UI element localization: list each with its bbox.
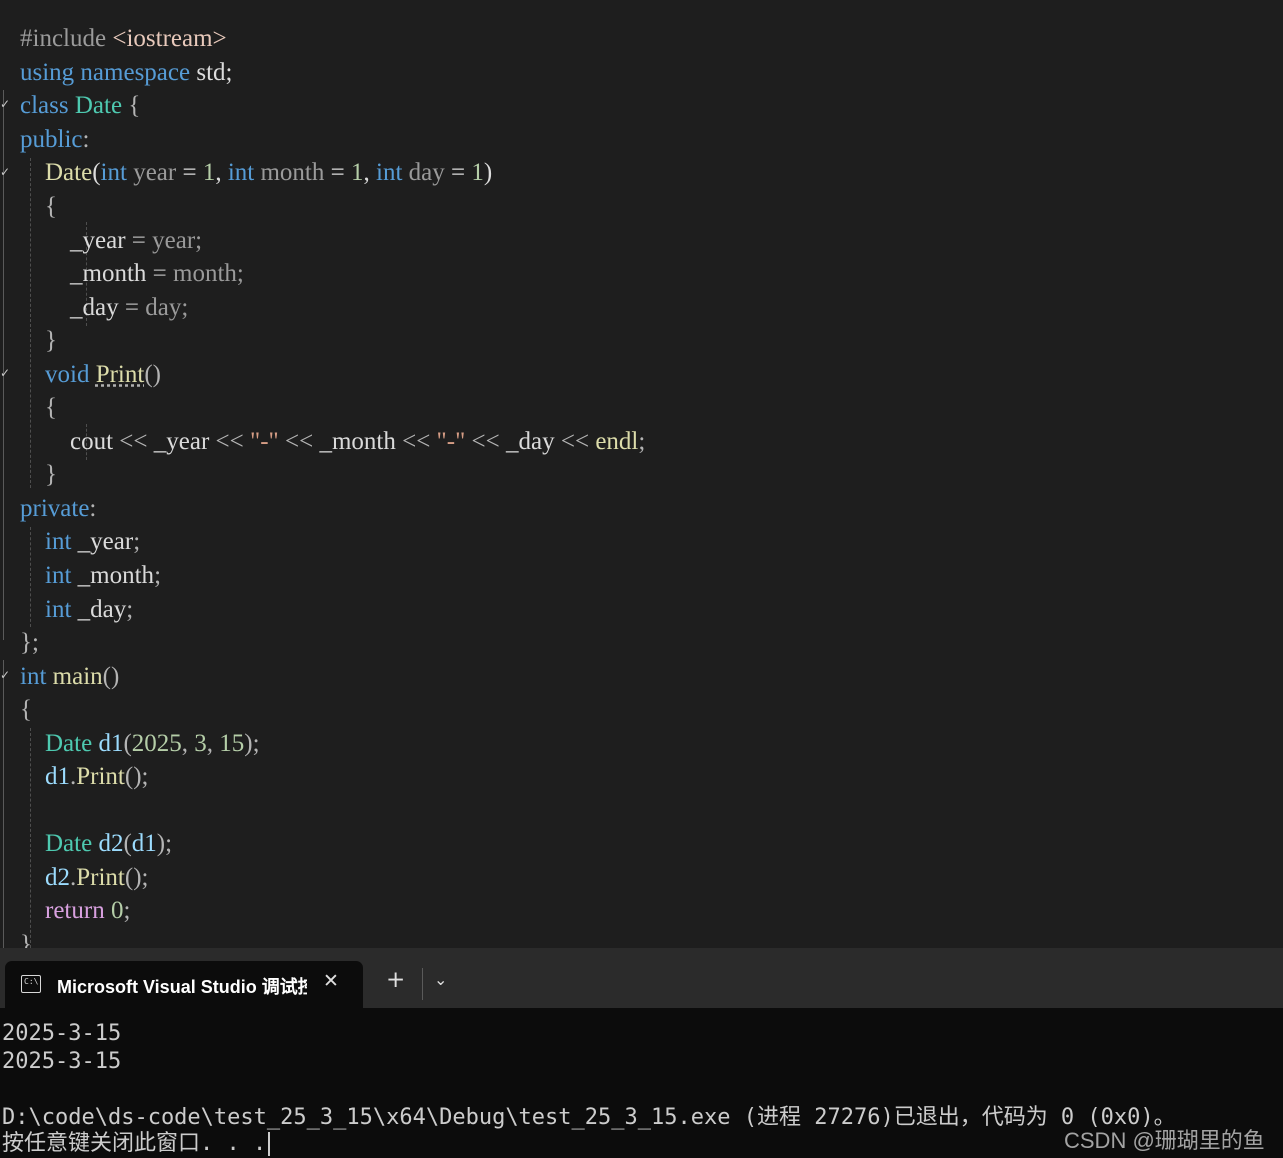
terminal-window[interactable]: C:\ Microsoft Visual Studio 调试控制台 ✕ + ⌄ … (0, 948, 1283, 1158)
code-line: _month = month; (70, 260, 244, 287)
terminal-tab[interactable]: C:\ Microsoft Visual Studio 调试控制台 ✕ (5, 961, 363, 1008)
code-editor[interactable]: ✓ ✓ ✓ ✓ #include <iostream> using namesp… (0, 0, 1283, 948)
terminal-output-line: D:\code\ds-code\test_25_3_15\x64\Debug\t… (2, 1105, 1176, 1130)
console-icon: C:\ (21, 975, 41, 993)
terminal-output-line: 2025-3-15 (2, 1049, 122, 1074)
scope-bar-main (3, 660, 4, 948)
code-line: } (20, 931, 32, 948)
code-line: #include <iostream> (20, 22, 227, 56)
code-line: int main() (20, 663, 120, 690)
fold-constructor-icon[interactable]: ✓ (0, 165, 10, 179)
code-line: int _month; (45, 562, 162, 589)
code-line: Date d2(d1); (45, 830, 173, 857)
code-line: }; (20, 629, 39, 656)
code-line: Date d1(2025, 3, 15); (45, 730, 260, 757)
tab-separator (422, 968, 423, 1000)
new-tab-button[interactable]: + (386, 967, 405, 993)
terminal-tab-bar: C:\ Microsoft Visual Studio 调试控制台 ✕ + ⌄ (0, 948, 1283, 1008)
code-line: _year = year; (70, 227, 203, 254)
code-line: { (45, 394, 57, 421)
code-line: int _day; (45, 596, 134, 623)
chevron-down-icon[interactable]: ⌄ (434, 970, 447, 989)
code-line: void Print() (45, 361, 161, 388)
code-line: int _year; (45, 528, 141, 555)
code-line: _day = day; (70, 294, 189, 321)
code-line: cout << _year << "-" << _month << "-" <<… (20, 428, 646, 455)
code-line: using namespace std; (20, 59, 233, 86)
code-line: private: (20, 495, 97, 522)
fold-main-icon[interactable]: ✓ (0, 668, 10, 682)
code-line: } (45, 461, 57, 488)
tab-title: Microsoft Visual Studio 调试控制台 (57, 977, 307, 997)
close-tab-icon[interactable]: ✕ (323, 970, 339, 992)
code-line: d1.Print(); (45, 763, 149, 790)
code-line: return 0; (45, 897, 131, 924)
text-cursor (268, 1132, 271, 1156)
code-line: Date(int year = 1, int month = 1, int da… (45, 159, 493, 186)
code-line: { (45, 193, 57, 220)
fold-class-icon[interactable]: ✓ (0, 97, 10, 111)
preprocessor-token: #include (20, 25, 113, 52)
include-path-token: <iostream> (112, 25, 227, 52)
terminal-prompt-text: 按任意键关闭此窗口. . . (2, 1131, 267, 1156)
terminal-output-line: 2025-3-15 (2, 1021, 122, 1046)
code-line: d2.Print(); (45, 864, 149, 891)
watermark: CSDN @珊瑚里的鱼 (1064, 1128, 1265, 1153)
terminal-prompt-line[interactable]: 按任意键关闭此窗口. . . (2, 1130, 271, 1158)
fold-print-icon[interactable]: ✓ (0, 366, 10, 380)
code-line: public: (20, 126, 90, 153)
code-line: { (20, 696, 32, 723)
code-line: } (45, 327, 57, 354)
console-icon-label: C:\ (24, 977, 39, 986)
code-line: class Date { (20, 92, 141, 119)
